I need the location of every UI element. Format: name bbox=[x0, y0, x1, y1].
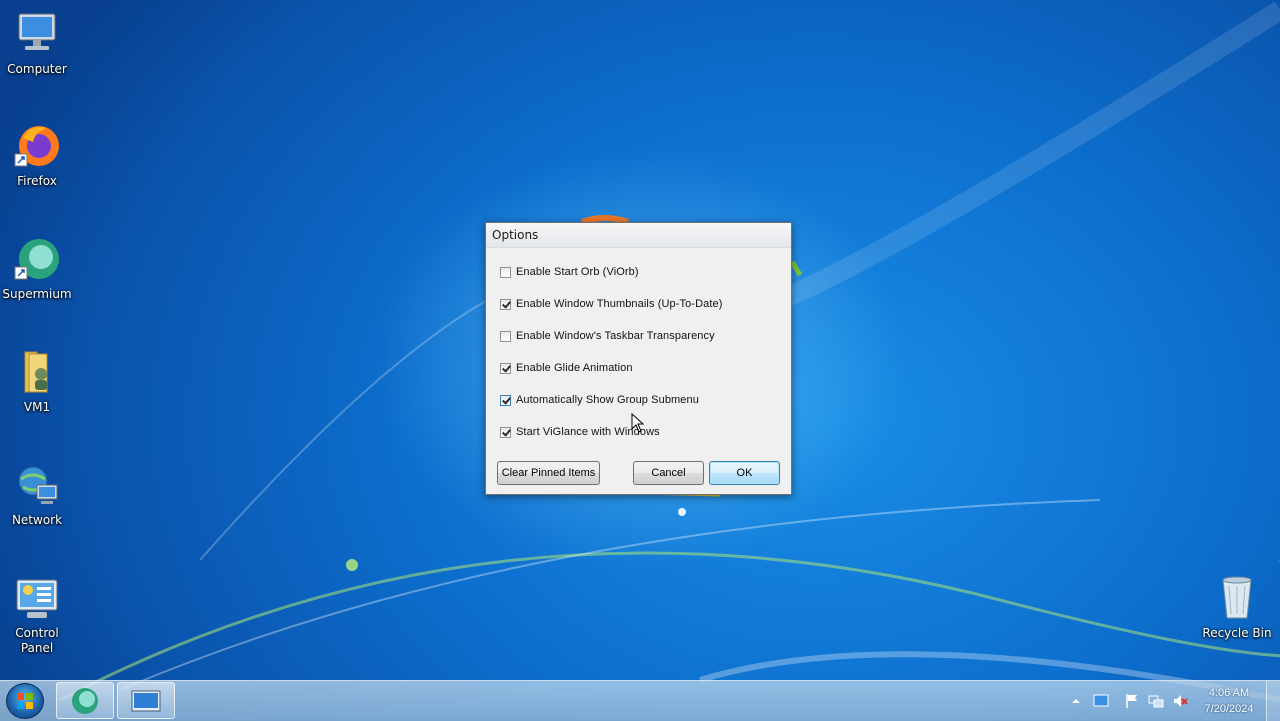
checkbox[interactable] bbox=[500, 362, 511, 374]
option-group-submenu[interactable]: Automatically Show Group Submenu bbox=[500, 392, 699, 408]
option-label: Enable Window's Taskbar Transparency bbox=[516, 330, 715, 342]
checkbox[interactable] bbox=[500, 266, 511, 278]
windows-logo-icon bbox=[17, 693, 33, 709]
checkbox[interactable] bbox=[500, 426, 511, 438]
desktop-icon-supermium[interactable]: Supermium bbox=[2, 235, 72, 302]
show-desktop-button[interactable] bbox=[1266, 681, 1280, 721]
desktop-icon-label: Supermium bbox=[2, 287, 72, 301]
option-label: Enable Start Orb (ViOrb) bbox=[516, 266, 639, 278]
option-enable-start-orb[interactable]: Enable Start Orb (ViOrb) bbox=[500, 264, 639, 280]
desktop-icon-network[interactable]: Network bbox=[2, 461, 72, 528]
show-hidden-icons-icon[interactable] bbox=[1070, 693, 1086, 709]
checkbox[interactable] bbox=[500, 330, 511, 342]
volume-muted-icon[interactable] bbox=[1172, 693, 1188, 709]
option-taskbar-transparency[interactable]: Enable Window's Taskbar Transparency bbox=[500, 328, 715, 344]
viglance-tray-icon[interactable] bbox=[1093, 693, 1109, 709]
desktop-icon-vm1[interactable]: VM1 bbox=[2, 348, 72, 415]
taskbar-window-button[interactable] bbox=[117, 682, 175, 719]
control-panel-icon bbox=[13, 574, 61, 622]
folder-icon bbox=[13, 348, 61, 396]
action-center-flag-icon[interactable] bbox=[1124, 693, 1140, 709]
computer-icon bbox=[13, 10, 61, 58]
cancel-button[interactable]: Cancel bbox=[633, 461, 704, 485]
option-glide-animation[interactable]: Enable Glide Animation bbox=[500, 360, 633, 376]
checkbox[interactable] bbox=[500, 298, 511, 310]
options-dialog: Options Enable Start Orb (ViOrb) Enable … bbox=[485, 222, 792, 495]
desktop-icon-recycle-bin[interactable]: Recycle Bin bbox=[1202, 574, 1272, 641]
desktop-icon-label: Recycle Bin bbox=[1202, 626, 1272, 640]
desktop-icon-label: Computer bbox=[7, 62, 67, 76]
network-tray-icon[interactable] bbox=[1148, 693, 1164, 709]
desktop-icon-label: Network bbox=[11, 513, 63, 527]
mouse-cursor-icon bbox=[631, 413, 645, 433]
ok-button[interactable]: OK bbox=[709, 461, 780, 485]
clock-time: 4:06 AM bbox=[1208, 687, 1250, 699]
option-label: Enable Window Thumbnails (Up-To-Date) bbox=[516, 298, 723, 310]
checkbox[interactable] bbox=[500, 394, 511, 406]
desktop-icon-computer[interactable]: Computer bbox=[2, 10, 72, 77]
supermium-icon bbox=[13, 235, 61, 283]
system-clock[interactable]: 4:06 AM 7/20/2024 bbox=[1196, 685, 1262, 717]
desktop-window-icon bbox=[131, 690, 161, 712]
taskbar: 4:06 AM 7/20/2024 bbox=[0, 680, 1280, 721]
start-button[interactable] bbox=[6, 683, 44, 719]
option-window-thumbnails[interactable]: Enable Window Thumbnails (Up-To-Date) bbox=[500, 296, 722, 312]
desktop-icon-firefox[interactable]: Firefox bbox=[2, 122, 72, 189]
clock-date: 7/20/2024 bbox=[1204, 703, 1254, 715]
desktop-icon-label: Control Panel bbox=[15, 626, 59, 655]
desktop-icon-label: Firefox bbox=[17, 174, 57, 188]
dialog-title: Options bbox=[486, 223, 791, 248]
taskbar-supermium-button[interactable] bbox=[56, 682, 114, 719]
supermium-icon bbox=[72, 688, 98, 714]
desktop-icon-control-panel[interactable]: Control Panel bbox=[2, 574, 72, 656]
network-icon bbox=[13, 461, 61, 509]
clear-pinned-items-button[interactable]: Clear Pinned Items bbox=[497, 461, 600, 485]
option-label: Automatically Show Group Submenu bbox=[516, 394, 699, 406]
desktop-icon-label: VM1 bbox=[23, 400, 51, 414]
recycle-bin-icon bbox=[1213, 574, 1261, 622]
option-label: Enable Glide Animation bbox=[516, 362, 633, 374]
firefox-icon bbox=[13, 122, 61, 170]
